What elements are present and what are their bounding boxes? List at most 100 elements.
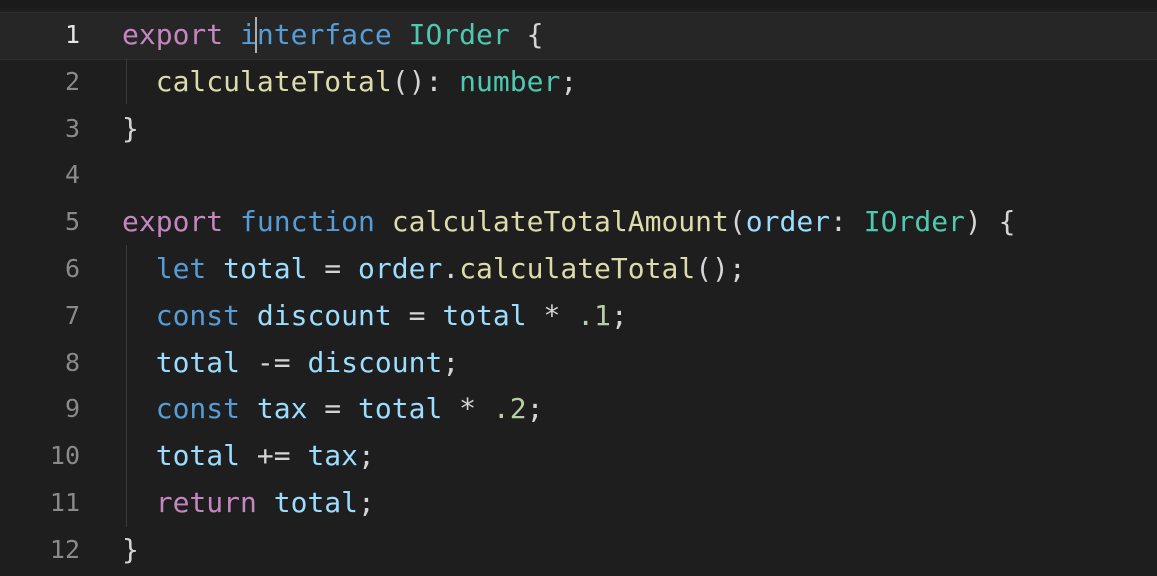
code-token: ; [442,345,460,379]
code-token: = [307,392,359,426]
code-token: * [526,298,578,332]
code-token: total [273,486,359,519]
code-token: total [442,298,527,332]
code-text[interactable]: const discount = total * .1; [122,293,628,339]
code-token: total [155,439,241,473]
code-token: (); [695,252,746,285]
line-number: 9 [64,394,80,424]
code-text[interactable]: calculateTotal(): number; [122,59,577,105]
code-token: * [442,392,493,426]
code-token: ; [610,298,628,332]
code-token: } [122,111,139,145]
code-token: total [155,345,241,379]
code-token: export [122,18,224,51]
code-text[interactable]: export function calculateTotalAmount(ord… [122,199,1016,245]
code-token: ; [358,439,375,473]
code-token: order [745,205,831,239]
code-token: } [122,532,139,566]
code-token: discount [307,345,443,379]
code-text[interactable]: total += tax; [122,433,375,479]
code-token: number [459,64,561,98]
code-token: tax [256,392,308,426]
code-editor[interactable]: 1 export interface IOrder {2 calculateTot… [0,0,1157,576]
code-text[interactable]: } [122,527,139,573]
line-number: 7 [64,300,80,330]
code-line-10[interactable]: 10 total += tax; [0,433,1157,479]
code-line-5[interactable]: 5 export function calculateTotalAmount(or… [0,199,1157,245]
text-cursor [255,17,257,53]
line-number: 8 [64,347,80,377]
code-token: ; [358,486,375,519]
line-number: 1 [64,20,80,49]
code-line-4[interactable]: 4 [0,152,1157,198]
code-token: .2 [492,392,527,426]
code-line-11[interactable]: 11 return total; [0,480,1157,526]
line-number: 3 [64,113,80,143]
code-token: let [155,252,207,285]
code-token: = [307,252,359,285]
line-number: 12 [49,534,80,564]
code-token: (): [391,64,460,98]
editor-top-edge [0,0,1157,8]
code-token: calculateTotal [459,252,696,285]
code-token: ; [526,392,544,426]
code-text[interactable]: return total; [122,480,375,526]
code-text[interactable]: total -= discount; [122,340,459,386]
code-token: export [122,205,224,239]
code-line-7[interactable]: 7 const discount = total * .1; [0,293,1157,339]
code-line-12[interactable]: 12} [0,527,1157,573]
code-text[interactable]: } [122,106,139,152]
code-token: ; [560,64,578,98]
code-line-6[interactable]: 6 let total = order.calculateTotal(); [0,246,1157,292]
code-token: const [155,298,241,332]
code-token: IOrder [408,18,510,51]
code-token: -= [240,345,308,379]
code-token: const [155,392,241,426]
code-token: : [830,205,864,239]
code-text[interactable]: let total = order.calculateTotal(); [122,246,746,292]
code-token: calculateTotalAmount [391,205,729,239]
code-token: total [358,392,443,426]
line-number: 2 [64,66,80,96]
code-token: interface [240,18,392,51]
code-token: total [223,252,308,285]
line-number: 4 [64,160,80,190]
code-text[interactable]: const tax = total * .2; [122,386,544,432]
code-token: = [391,298,443,332]
line-number: 10 [49,441,80,471]
code-token: tax [307,439,359,473]
code-line-2[interactable]: 2 calculateTotal(): number; [0,59,1157,105]
code-text[interactable]: export interface IOrder { [122,12,543,58]
code-token: discount [256,298,392,332]
code-token: { [509,18,544,51]
code-token: .1 [577,298,611,332]
code-line-3[interactable]: 3} [0,106,1157,152]
line-number: 11 [49,488,80,517]
code-token: += [240,439,308,473]
code-line-9[interactable]: 9 const tax = total * .2; [0,386,1157,432]
code-token: function [240,205,375,239]
line-number: 6 [64,254,80,283]
code-token: IOrder [863,205,965,239]
line-number: 5 [64,207,80,237]
code-line-8[interactable]: 8 total -= discount; [0,340,1157,386]
code-token: ) { [964,205,1016,239]
code-token: calculateTotal [155,64,392,98]
code-line-1[interactable]: 1 export interface IOrder { [0,12,1157,58]
code-token: order [358,252,443,285]
code-token: ( [728,205,746,239]
